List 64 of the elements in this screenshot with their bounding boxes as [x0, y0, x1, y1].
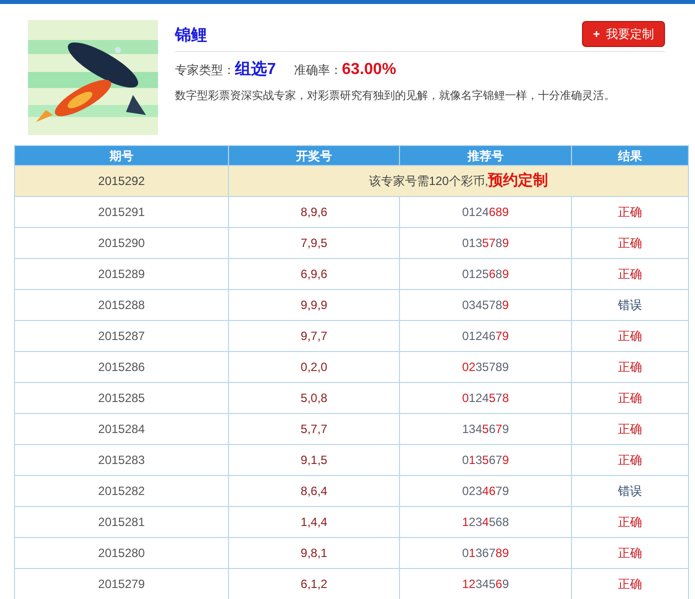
table-cell: 0125689 [400, 258, 572, 290]
reserve-link[interactable]: 预约定制 [488, 172, 548, 189]
table-cell: 6,9,6 [228, 258, 400, 290]
type-label: 专家类型： [175, 63, 235, 79]
table-cell: 1,4,4 [228, 506, 400, 538]
table-cell: 0135679 [400, 444, 572, 476]
table-cell: 正确 [572, 228, 688, 258]
table-cell: 2015287 [14, 320, 228, 352]
expert-name: 锦鲤 [175, 26, 207, 46]
table-cell: 0235789 [400, 352, 572, 382]
table-cell: 2015291 [14, 196, 228, 228]
table-cell: 0136789 [400, 538, 572, 568]
table-cell: 正确 [572, 538, 688, 568]
table-cell: 2015284 [14, 414, 228, 444]
type-value: 组选7 [235, 60, 276, 80]
table-cell: 2015289 [14, 258, 228, 290]
column-header: 开奖号 [228, 146, 400, 166]
table-cell: 0345789 [400, 290, 572, 320]
custom-button[interactable]: + 我要定制 [582, 21, 665, 47]
table-cell: 9,8,1 [228, 538, 400, 568]
table-cell: 2015288 [14, 290, 228, 320]
column-header: 结果 [572, 146, 688, 166]
table-cell: 8,9,6 [228, 196, 400, 228]
table-cell: 0124679 [400, 320, 572, 352]
accuracy-label: 准确率： [294, 62, 342, 79]
table-cell: 5,0,8 [228, 382, 400, 414]
table-cell: 0124689 [400, 196, 572, 228]
table-cell: 正确 [572, 320, 688, 352]
table-cell: 正确 [572, 352, 688, 382]
table-cell: 2015279 [14, 568, 228, 599]
table-cell: 2015282 [14, 476, 228, 506]
table-cell: 2015280 [14, 538, 228, 568]
table-cell: 2015290 [14, 228, 228, 258]
table-cell: 1234568 [400, 506, 572, 538]
table-cell: 2015283 [14, 444, 228, 476]
accuracy-value: 63.00% [342, 60, 396, 80]
column-header: 推荐号 [400, 146, 572, 166]
column-header: 期号 [14, 146, 228, 166]
plus-icon: + [592, 25, 600, 43]
table-cell: 9,1,5 [228, 444, 400, 476]
table-cell: 正确 [572, 506, 688, 538]
table-cell: 0124578 [400, 382, 572, 414]
table-cell: 0,2,0 [228, 352, 400, 382]
table-cell: 2015286 [14, 352, 228, 382]
table-cell: 1345679 [400, 414, 572, 444]
table-cell: 正确 [572, 444, 688, 476]
price-notice: 该专家号需120个彩币, [368, 174, 488, 188]
table-cell: 2015292 [14, 166, 228, 196]
table-cell: 错误 [572, 476, 688, 506]
table-cell: 5,7,7 [228, 414, 400, 444]
expert-description: 数字型彩票资深实战专家，对彩票研究有独到的见解，就像名字锦鲤一样，十分准确灵活。 [175, 88, 616, 104]
table-cell: 正确 [572, 196, 688, 228]
table-cell: 2015281 [14, 506, 228, 538]
table-cell: 8,6,4 [228, 476, 400, 506]
table-cell: 2015285 [14, 382, 228, 414]
table-cell: 9,7,7 [228, 320, 400, 352]
table-cell: 9,9,9 [228, 290, 400, 320]
table-cell: 7,9,5 [228, 228, 400, 258]
table-cell: 正确 [572, 414, 688, 444]
table-cell: 正确 [572, 382, 688, 414]
table-cell: 正确 [572, 258, 688, 290]
table-cell: 0135789 [400, 228, 572, 258]
table-cell: 错误 [572, 290, 688, 320]
table-cell: 0234679 [400, 476, 572, 506]
